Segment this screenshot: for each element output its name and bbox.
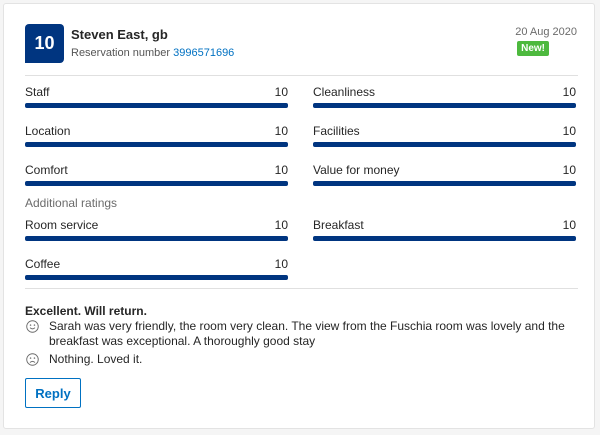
reservation-label: Reservation number [71,47,171,59]
rating-breakfast: Breakfast 10 [313,217,576,241]
rating-bar [313,142,576,147]
rating-coffee: Coffee 10 [25,256,288,280]
rating-value: 10 [274,257,288,271]
ratings-divider [25,288,578,289]
rating-bar-fill [313,181,576,186]
review-positive: Sarah was very friendly, the room very c… [25,319,565,349]
rating-comfort: Comfort 10 [25,162,288,186]
rating-value: 10 [562,85,576,99]
rating-bar-fill [25,181,288,186]
new-badge: New! [517,41,549,56]
rating-bar-fill [313,103,576,108]
rating-room-service: Room service 10 [25,217,288,241]
additional-ratings-heading: Additional ratings [25,196,118,210]
rating-label: Location [25,124,71,138]
rating-label: Staff [25,85,50,99]
rating-value: 10 [562,163,576,177]
rating-value: 10 [274,124,288,138]
review-negative-text: Nothing. Loved it. [49,352,143,366]
rating-bar-fill [25,103,288,108]
review-date: 20 Aug 2020 [515,26,577,38]
rating-value: 10 [274,163,288,177]
review-title: Excellent. Will return. [25,304,147,318]
review-negative: Nothing. Loved it. [25,352,565,367]
guest-name: Steven East, gb [71,27,168,42]
rating-bar-fill [25,275,288,280]
review-card: 10 Steven East, gb Reservation number 39… [3,3,595,429]
rating-label: Comfort [25,163,68,177]
rating-bar [25,142,288,147]
frown-icon [26,353,39,366]
reservation-info: Reservation number 3996571696 [71,47,234,59]
rating-bar [25,181,288,186]
reply-button[interactable]: Reply [25,378,81,408]
rating-bar [313,236,576,241]
rating-bar-fill [25,142,288,147]
rating-value: 10 [274,85,288,99]
rating-bar [25,275,288,280]
rating-label: Coffee [25,257,61,271]
rating-bar [25,103,288,108]
rating-label: Breakfast [313,218,364,232]
reservation-number-link[interactable]: 3996571696 [173,47,234,59]
rating-staff: Staff 10 [25,84,288,108]
rating-bar-fill [313,142,576,147]
rating-facilities: Facilities 10 [313,123,576,147]
rating-bar [313,103,576,108]
rating-bar-fill [313,236,576,241]
rating-value: 10 [562,218,576,232]
rating-label: Facilities [313,124,360,138]
smile-icon [26,320,39,333]
rating-bar [25,236,288,241]
rating-location: Location 10 [25,123,288,147]
rating-label: Room service [25,218,99,232]
rating-value: 10 [274,218,288,232]
rating-label: Cleanliness [313,85,376,99]
rating-bar [313,181,576,186]
review-score-badge: 10 [25,24,64,63]
review-positive-text: Sarah was very friendly, the room very c… [49,319,565,348]
rating-bar-fill [25,236,288,241]
rating-value: 10 [562,124,576,138]
header-divider [25,75,578,76]
rating-value-for-money: Value for money 10 [313,162,576,186]
rating-label: Value for money [313,163,400,177]
rating-cleanliness: Cleanliness 10 [313,84,576,108]
